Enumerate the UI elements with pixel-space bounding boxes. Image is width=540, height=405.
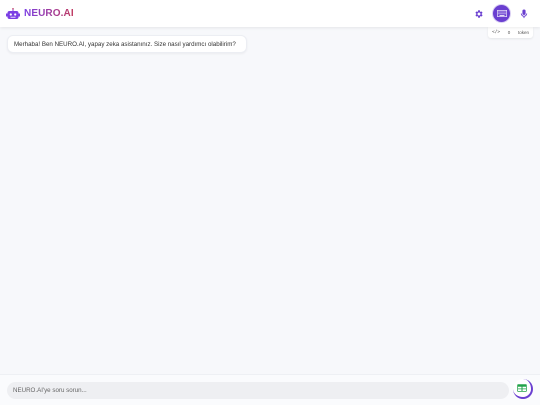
- settings-button[interactable]: [471, 6, 487, 22]
- microphone-button[interactable]: [516, 6, 532, 22]
- keyboard-button[interactable]: [493, 5, 510, 22]
- settings-icon: [475, 9, 483, 18]
- microphone-icon: [520, 8, 528, 18]
- robot-logo-icon: [6, 7, 20, 19]
- token-label: token: [517, 30, 529, 35]
- composer: [0, 374, 540, 405]
- header-actions: [465, 0, 532, 27]
- token-counter: </> 0 token: [488, 27, 533, 38]
- message-text: Merhaba! Ben NEURO.AI, yapay zeka asista…: [14, 40, 236, 48]
- brand-name: NEURO.AI: [24, 8, 74, 19]
- top-bar: NEURO.AI: [0, 0, 540, 27]
- app-root: NEURO.AI </> 0 token Merhaba! Ben NEURO.…: [0, 0, 540, 405]
- code-icon: </>: [492, 30, 501, 35]
- assistant-message: Merhaba! Ben NEURO.AI, yapay zeka asista…: [7, 35, 247, 53]
- action-button[interactable]: [513, 379, 533, 399]
- question-input[interactable]: [7, 382, 509, 399]
- keyboard-icon: [496, 10, 507, 17]
- brand[interactable]: NEURO.AI: [6, 7, 74, 20]
- grid-table-icon: [517, 384, 527, 392]
- token-count: 0: [507, 30, 511, 35]
